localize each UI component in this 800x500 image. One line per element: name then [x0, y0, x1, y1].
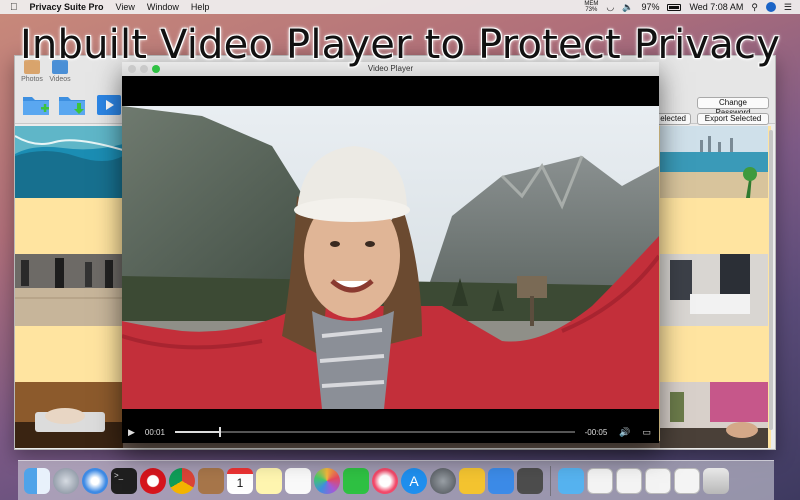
memory-status[interactable]: MEM 73%: [584, 1, 598, 13]
xcode-icon[interactable]: [488, 467, 514, 494]
airplay-icon[interactable]: ▭: [642, 427, 651, 438]
calendar-icon[interactable]: 1: [227, 467, 253, 494]
menu-window[interactable]: Window: [147, 2, 179, 12]
facetime-icon[interactable]: [343, 467, 369, 494]
remaining-time: -00:05: [584, 427, 608, 437]
desk-thumbnail-image: [15, 382, 123, 448]
opera-icon[interactable]: [140, 467, 166, 494]
progress-bar[interactable]: [174, 427, 575, 437]
dock: >_ 1 A: [18, 460, 774, 500]
app-store-icon[interactable]: A: [401, 467, 427, 494]
video-thumbnail[interactable]: [15, 382, 123, 448]
progress-knob[interactable]: [218, 427, 221, 437]
progress-fill: [174, 431, 219, 433]
notes-icon[interactable]: [256, 467, 282, 494]
privacy-suite-icon[interactable]: [459, 467, 485, 494]
folder-import-icon: [59, 97, 85, 115]
document-icon[interactable]: [645, 467, 671, 494]
video-thumbnail[interactable]: [15, 254, 123, 326]
folder-add-icon: [23, 97, 49, 115]
menu-bar:  Privacy Suite Pro View Window Help MEM…: [0, 0, 800, 14]
battery-icon[interactable]: [667, 3, 682, 11]
battery-percent[interactable]: 97%: [641, 2, 659, 12]
document-icon[interactable]: [674, 467, 700, 494]
menu-help[interactable]: Help: [191, 2, 210, 12]
folder-icon[interactable]: [558, 467, 584, 494]
launchpad-icon[interactable]: [53, 467, 79, 494]
video-player-window: Video Player ▶ 00:01 -00:05 🔊 ▭: [122, 62, 659, 443]
memory-value: 73%: [585, 7, 598, 13]
video-frame-image: [122, 106, 659, 409]
workspace-thumbnail-image: [660, 382, 768, 448]
itunes-icon[interactable]: [372, 467, 398, 494]
play-icon[interactable]: ▶: [128, 427, 135, 438]
volume-icon[interactable]: 🔈: [622, 2, 633, 13]
clock[interactable]: Wed 7:08 AM: [689, 2, 743, 12]
office-thumbnail-image: [660, 254, 768, 326]
system-preferences-icon[interactable]: [430, 467, 456, 494]
playback-controls: ▶ 00:01 -00:05 🔊 ▭: [122, 421, 659, 443]
import-folder-button[interactable]: [57, 91, 87, 117]
photos-icon[interactable]: [314, 467, 340, 494]
reminders-icon[interactable]: [285, 467, 311, 494]
add-video-button[interactable]: [95, 91, 125, 117]
video-thumbnail[interactable]: [660, 126, 768, 198]
terminal-icon[interactable]: >_: [111, 467, 137, 494]
video-thumbnail[interactable]: [15, 126, 123, 198]
change-password-button[interactable]: Change Password: [697, 97, 769, 117]
wifi-icon[interactable]: ◡: [606, 2, 614, 13]
apple-menu-icon[interactable]: : [10, 2, 18, 13]
safari-icon[interactable]: [82, 467, 108, 494]
video-add-icon: [97, 95, 121, 115]
chrome-icon[interactable]: [169, 467, 195, 494]
video-thumbnail[interactable]: [660, 254, 768, 326]
video-thumbnail[interactable]: [660, 382, 768, 448]
dock-separator: [550, 465, 551, 496]
volume-icon[interactable]: 🔊: [619, 427, 630, 438]
headline: Inbuilt Video Player to Protect Privacy: [19, 22, 781, 68]
preview-icon[interactable]: [517, 467, 543, 494]
search-icon[interactable]: ⚲: [751, 2, 758, 13]
document-icon[interactable]: [616, 467, 642, 494]
video-frame[interactable]: [122, 106, 659, 409]
document-icon[interactable]: [587, 467, 613, 494]
scrollbar[interactable]: [769, 130, 773, 430]
beach-thumbnail-image: [660, 126, 768, 198]
notification-center-icon[interactable]: ☰: [784, 2, 792, 13]
ocean-thumbnail-image: [15, 126, 123, 198]
status-area: MEM 73% ◡ 🔈 97% Wed 7:08 AM ⚲ ☰: [584, 0, 792, 14]
app-menu[interactable]: Privacy Suite Pro: [30, 2, 104, 12]
add-folder-button[interactable]: [21, 91, 51, 117]
export-selected-button[interactable]: Export Selected: [697, 113, 769, 125]
street-thumbnail-image: [15, 254, 123, 326]
trash-icon[interactable]: [703, 467, 729, 494]
contacts-icon[interactable]: [198, 467, 224, 494]
user-avatar-icon[interactable]: [765, 2, 776, 12]
elapsed-time: 00:01: [144, 427, 165, 437]
finder-icon[interactable]: [24, 467, 50, 494]
menu-view[interactable]: View: [116, 2, 135, 12]
